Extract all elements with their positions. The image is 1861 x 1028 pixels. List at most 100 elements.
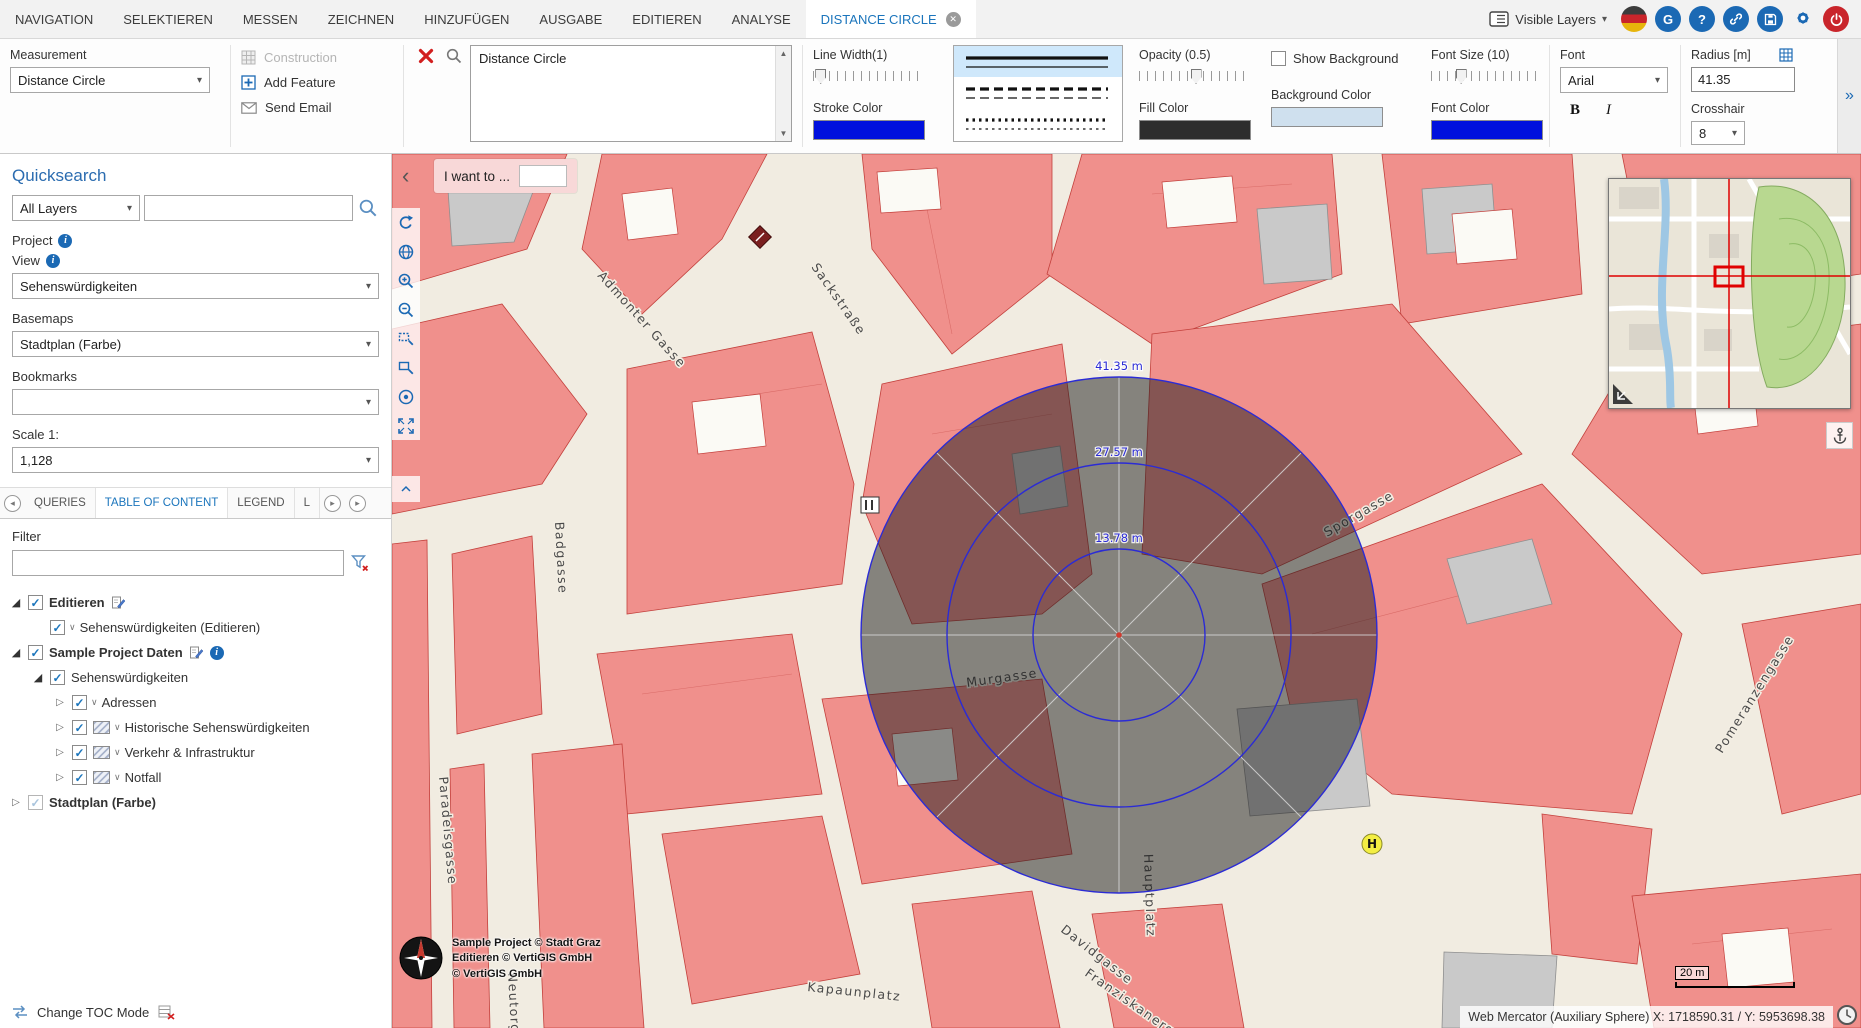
symbology-caret-icon[interactable]: ∨ (114, 722, 121, 733)
brand-button[interactable]: G (1655, 6, 1681, 32)
settings-button[interactable] (1791, 6, 1815, 33)
selection-list-scrollbar[interactable]: ▲ ▼ (775, 46, 791, 141)
tab-scroll-right-button[interactable]: ▸ (324, 495, 341, 512)
info-icon[interactable]: i (210, 646, 224, 660)
slider-thumb[interactable] (1191, 69, 1202, 84)
scroll-up-icon[interactable]: ▲ (780, 49, 788, 58)
tab-editieren[interactable]: EDITIEREN (617, 0, 716, 38)
tab-navigation[interactable]: NAVIGATION (0, 0, 108, 38)
measurement-select[interactable]: Distance Circle ▾ (10, 67, 210, 93)
save-button[interactable] (1757, 6, 1783, 32)
sign-out-button[interactable] (1823, 6, 1849, 32)
line-style-dotted[interactable] (954, 108, 1122, 139)
symbology-caret-icon[interactable]: ∨ (114, 772, 121, 783)
checkbox-box[interactable] (1271, 51, 1286, 66)
toc-row[interactable]: ◢✓Editieren (0, 590, 391, 615)
h-marker[interactable]: H (1362, 834, 1382, 854)
overview-map[interactable] (1608, 178, 1851, 409)
language-flag-button[interactable] (1621, 6, 1647, 32)
globe-button[interactable] (392, 237, 420, 266)
poi-icon[interactable] (861, 497, 879, 513)
font-select[interactable]: Arial ▾ (1560, 67, 1668, 93)
collapse-icon[interactable]: ◢ (10, 646, 22, 659)
layer-checkbox[interactable]: ✓ (72, 720, 87, 735)
circle-center-point[interactable] (1116, 632, 1122, 638)
collapse-icon[interactable]: ◢ (10, 596, 22, 609)
font-color-swatch[interactable] (1431, 120, 1543, 140)
expand-icon[interactable]: ▷ (10, 797, 22, 808)
sidebar-tab-legend[interactable]: LEGEND (228, 488, 294, 518)
search-icon[interactable] (357, 197, 379, 219)
slider-thumb[interactable] (1456, 69, 1467, 84)
quicksearch-input[interactable] (144, 195, 353, 221)
layer-checkbox[interactable]: ✓ (50, 620, 65, 635)
tab-zeichnen[interactable]: ZEICHNEN (313, 0, 409, 38)
layer-checkbox[interactable]: ✓ (28, 795, 43, 810)
share-link-button[interactable] (1723, 6, 1749, 32)
full-extent-button[interactable] (392, 411, 420, 440)
sidebar-tab-queries[interactable]: QUERIES (25, 488, 96, 518)
overview-pin-button[interactable] (1826, 422, 1853, 449)
line-style-dashed[interactable] (954, 77, 1122, 108)
i-want-to-input[interactable] (519, 165, 567, 187)
panel-collapse-button[interactable]: ‹ (396, 162, 415, 190)
expand-icon[interactable]: ▷ (54, 747, 66, 758)
layer-checkbox[interactable]: ✓ (72, 745, 87, 760)
zoom-window-in-button[interactable] (392, 324, 420, 353)
i-want-to-widget[interactable]: I want to ... (434, 159, 577, 193)
crosshair-select[interactable]: 8 ▾ (1691, 121, 1745, 145)
radius-input[interactable] (1691, 67, 1795, 92)
layer-checkbox[interactable]: ✓ (72, 770, 87, 785)
toc-row[interactable]: ◢✓Sample Project Daten i (0, 640, 391, 665)
sidebar-tab-l[interactable]: L (295, 488, 320, 518)
add-feature-button[interactable]: Add Feature (241, 70, 393, 95)
scale-select[interactable]: 1,128 ▾ (12, 447, 379, 473)
zoom-out-button[interactable] (392, 295, 420, 324)
tab-analyse[interactable]: ANALYSE (717, 0, 806, 38)
search-selection-button[interactable] (442, 45, 466, 69)
remove-selection-button[interactable] (414, 45, 438, 69)
background-color-swatch[interactable] (1271, 107, 1383, 127)
toc-row[interactable]: ▷✓Stadtplan (Farbe) (0, 790, 391, 815)
fill-color-swatch[interactable] (1139, 120, 1251, 140)
bold-button[interactable]: B (1564, 101, 1586, 120)
basemaps-select[interactable]: Stadtplan (Farbe) ▾ (12, 331, 379, 357)
tab-distance-circle[interactable]: DISTANCE CIRCLE✕ (806, 0, 976, 38)
toc-row[interactable]: ✓∨Sehenswürdigkeiten (Editieren) (0, 615, 391, 640)
layer-checkbox[interactable]: ✓ (28, 645, 43, 660)
layer-checkbox[interactable]: ✓ (28, 595, 43, 610)
ribbon-expand-button[interactable]: » (1837, 39, 1861, 153)
collapse-icon[interactable]: ◢ (32, 671, 44, 684)
clear-filter-icon[interactable] (350, 553, 370, 573)
search-scope-select[interactable]: All Layers ▾ (12, 195, 140, 221)
symbology-caret-icon[interactable]: ∨ (91, 697, 98, 708)
info-icon[interactable]: i (46, 254, 60, 268)
map-viewport[interactable]: Admonter GasseSackstraßeBadgasseMurgasse… (392, 154, 1861, 1028)
tab-scroll-left-button[interactable]: ◂ (4, 495, 21, 512)
scroll-down-icon[interactable]: ▼ (780, 129, 788, 138)
symbology-caret-icon[interactable]: ∨ (69, 622, 76, 633)
toc-row[interactable]: ▷✓∨Adressen (0, 690, 391, 715)
show-background-checkbox[interactable]: Show Background (1271, 51, 1411, 66)
info-icon[interactable]: i (58, 234, 72, 248)
opacity-slider[interactable] (1139, 67, 1251, 87)
change-toc-mode-button[interactable]: Change TOC Mode (0, 996, 391, 1028)
layer-checkbox[interactable]: ✓ (72, 695, 87, 710)
construction-button[interactable]: Construction (241, 45, 393, 70)
tab-messen[interactable]: MESSEN (228, 0, 313, 38)
selection-list[interactable]: Distance Circle ▲ ▼ (470, 45, 792, 142)
line-style-list[interactable] (953, 45, 1123, 142)
tab-ausgabe[interactable]: AUSGABE (524, 0, 617, 38)
slider-thumb[interactable] (815, 69, 826, 84)
send-email-button[interactable]: Send Email (241, 95, 393, 120)
stroke-color-swatch[interactable] (813, 120, 925, 140)
history-clock-button[interactable] (1836, 1004, 1858, 1026)
visible-layers-button[interactable]: Visible Layers ▾ (1483, 10, 1613, 28)
toc-row[interactable]: ▷✓∨Notfall (0, 765, 391, 790)
expand-icon[interactable]: ▷ (54, 722, 66, 733)
layer-checkbox[interactable]: ✓ (50, 670, 65, 685)
tab-overflow-button[interactable]: ▸ (349, 495, 366, 512)
line-style-solid[interactable] (954, 46, 1122, 77)
zoom-in-button[interactable] (392, 266, 420, 295)
zoom-window-out-button[interactable] (392, 353, 420, 382)
